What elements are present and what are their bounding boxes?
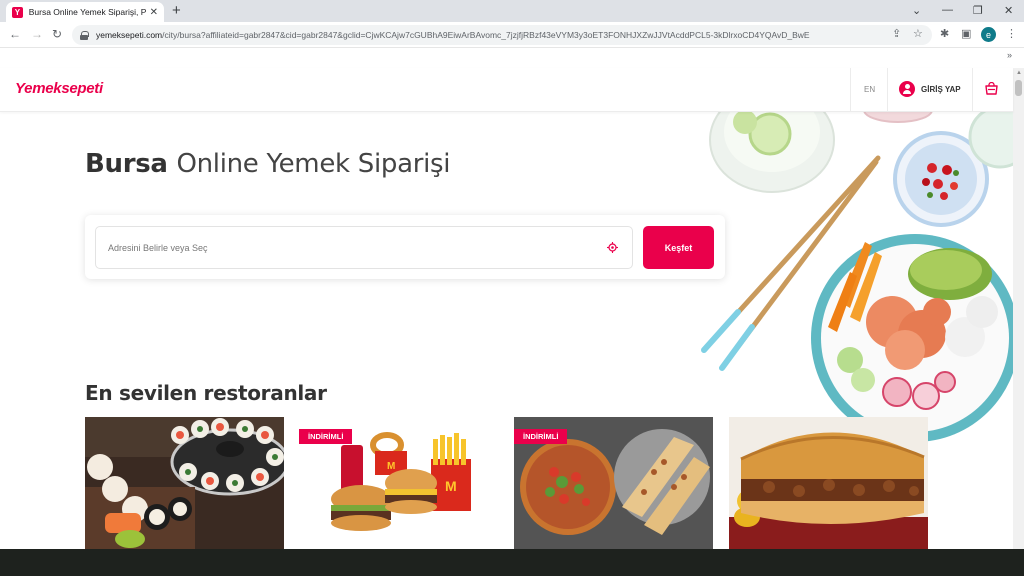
side-panel-icon[interactable]: ▣ xyxy=(961,27,971,40)
header-divider xyxy=(887,68,888,112)
tab-close-icon[interactable]: ✕ xyxy=(150,7,158,18)
chevron-right-icon[interactable]: » xyxy=(1007,50,1012,60)
scroll-thumb[interactable] xyxy=(1015,80,1022,96)
bottom-dark-bar xyxy=(0,549,1024,576)
profile-avatar[interactable]: e xyxy=(981,27,996,42)
share-icon[interactable]: ⇪ xyxy=(892,27,901,40)
user-icon xyxy=(899,81,915,97)
header-divider xyxy=(850,68,851,112)
address-input[interactable] xyxy=(95,226,633,269)
menu-kebab-icon[interactable]: ⋮ xyxy=(1006,27,1017,40)
bookmark-star-icon[interactable]: ☆ xyxy=(913,27,923,40)
browser-tab-bar: Y Bursa Online Yemek Siparişi, Paket ✕ +… xyxy=(0,0,1024,22)
restaurant-card-sushi[interactable] xyxy=(85,417,284,549)
discount-badge: İNDİRİMLİ xyxy=(514,429,568,444)
tab-title: Bursa Online Yemek Siparişi, Paket xyxy=(28,7,146,17)
restaurant-card-mcdonalds[interactable]: İNDİRİMLİ M M xyxy=(299,417,498,549)
basket-icon[interactable] xyxy=(985,81,998,95)
new-tab-icon[interactable]: + xyxy=(172,3,181,19)
header-divider xyxy=(972,68,973,112)
yemeksepeti-favicon-icon: Y xyxy=(12,6,23,18)
sushi-platter-image xyxy=(85,417,284,549)
browser-toolbar: ← → ↻ yemeksepeti.com/city/bursa?affilia… xyxy=(0,22,1024,48)
close-window-icon[interactable]: ✕ xyxy=(1004,4,1013,17)
page-title: Bursa Online Yemek Siparişi xyxy=(85,149,451,179)
back-icon[interactable]: ← xyxy=(9,27,21,41)
forward-icon[interactable]: → xyxy=(31,27,43,41)
url-text: yemeksepeti.com/city/bursa?affiliateid=g… xyxy=(96,30,810,40)
extensions-icon[interactable]: ✱ xyxy=(940,27,949,40)
main-content: Bursa Online Yemek Siparişi Keşfet En se… xyxy=(0,112,1013,549)
language-switch[interactable]: EN xyxy=(864,85,875,94)
address-bar[interactable]: yemeksepeti.com/city/bursa?affiliateid=g… xyxy=(72,25,932,45)
login-label: GİRİŞ YAP xyxy=(921,84,961,94)
restaurant-card-lahmacun[interactable]: İNDİRİMLİ xyxy=(514,417,713,549)
discount-badge: İNDİRİMLİ xyxy=(299,429,353,444)
minimize-icon[interactable]: — xyxy=(942,4,953,16)
reload-icon[interactable]: ↻ xyxy=(52,27,62,41)
page-scrollbar[interactable]: ▲ xyxy=(1013,68,1024,549)
svg-text:M: M xyxy=(445,478,457,494)
tab-search-icon[interactable]: ⌄ xyxy=(912,4,921,17)
lock-icon xyxy=(80,30,89,40)
sandwich-image xyxy=(729,417,928,549)
bookmarks-bar: » xyxy=(0,48,1024,66)
browser-tab[interactable]: Y Bursa Online Yemek Siparişi, Paket ✕ xyxy=(6,2,164,22)
svg-text:M: M xyxy=(387,461,395,472)
site-header: Yemeksepeti EN GİRİŞ YAP xyxy=(0,68,1013,112)
locate-target-icon[interactable] xyxy=(607,242,618,253)
restaurant-card-sandwich[interactable] xyxy=(729,417,928,549)
maximize-icon[interactable]: ❐ xyxy=(973,4,983,17)
yemeksepeti-logo[interactable]: Yemeksepeti xyxy=(15,80,103,97)
section-title: En sevilen restoranlar xyxy=(85,381,327,405)
address-search-card: Keşfet xyxy=(85,215,725,279)
scroll-up-icon[interactable]: ▲ xyxy=(1016,70,1022,76)
login-button[interactable]: GİRİŞ YAP xyxy=(899,81,961,97)
discover-button[interactable]: Keşfet xyxy=(643,226,714,269)
